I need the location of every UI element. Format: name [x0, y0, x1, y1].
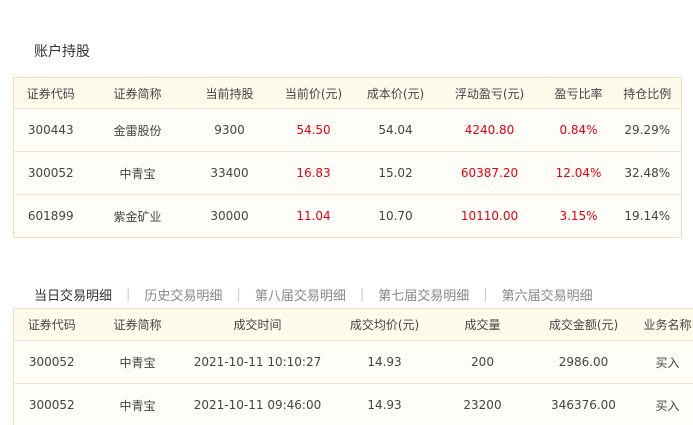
cell-weight: 19.14%	[624, 209, 671, 223]
cell-price: 16.83	[296, 166, 331, 180]
col-header-type: 业务名称	[643, 318, 692, 332]
tab-8th-session-trades[interactable]: 第八届交易明细	[255, 285, 346, 304]
trades-header-row: 证券代码 证券简称 成交时间 成交均价(元) 成交量 成交金额(元) 业务名称	[13, 308, 693, 341]
col-header-shares: 当前持股	[205, 86, 254, 101]
holdings-header-row: 证券代码 证券简称 当前持股 当前价(元) 成本价(元) 浮动盈亏(元) 盈亏比…	[13, 77, 682, 109]
cell-amount: 2986.00	[558, 355, 609, 369]
cell-weight: 32.48%	[624, 166, 671, 180]
cell-volume: 200	[471, 355, 494, 369]
cell-avg-price: 14.93	[367, 398, 402, 413]
table-row[interactable]: 300443 金雷股份 9300 54.50 54.04 4240.80 0.8…	[13, 108, 682, 152]
col-header-volume: 成交量	[464, 318, 501, 332]
tab-today-trades[interactable]: 当日交易明细	[34, 285, 112, 304]
cell-name: 中青宝	[119, 398, 156, 413]
trade-tabs: 当日交易明细 | 历史交易明细 | 第八届交易明细 | 第七届交易明细 | 第六…	[34, 285, 593, 304]
tab-separator: |	[126, 287, 131, 302]
cell-cost: 10.70	[378, 209, 413, 223]
cell-pnl: 4240.80	[464, 123, 515, 137]
cell-cost: 15.02	[378, 166, 413, 180]
cell-time: 2021-10-11 10:10:27	[193, 355, 322, 369]
cell-pnl: 10110.00	[460, 209, 519, 223]
tab-6th-session-trades[interactable]: 第六届交易明细	[502, 285, 593, 304]
col-header-code: 证券代码	[27, 318, 76, 332]
cell-time: 2021-10-11 09:46:00	[193, 398, 322, 413]
col-header-price: 当前价(元)	[284, 86, 343, 101]
col-header-name: 证券简称	[113, 318, 162, 332]
cell-type: 买入	[655, 398, 680, 413]
cell-name: 紫金矿业	[113, 209, 162, 224]
cell-code: 300052	[28, 355, 75, 369]
col-header-amount: 成交金额(元)	[548, 318, 619, 332]
cell-name: 中青宝	[119, 355, 156, 370]
col-header-pnl: 浮动盈亏(元)	[454, 86, 525, 101]
col-header-cost: 成本价(元)	[366, 86, 425, 101]
cell-ratio: 3.15%	[559, 209, 598, 223]
table-row[interactable]: 601899 紫金矿业 30000 11.04 10.70 10110.00 3…	[13, 194, 682, 238]
col-header-weight: 持仓比例	[623, 86, 672, 101]
cell-pnl: 60387.20	[460, 166, 519, 180]
cell-name: 中青宝	[119, 166, 156, 181]
cell-code: 300443	[27, 123, 74, 137]
tab-7th-session-trades[interactable]: 第七届交易明细	[378, 285, 469, 304]
cell-code: 300052	[27, 166, 74, 180]
cell-name: 金雷股份	[113, 123, 162, 138]
col-header-code: 证券代码	[26, 86, 75, 101]
table-row[interactable]: 300052 中青宝 2021-10-11 09:46:00 14.93 232…	[13, 383, 693, 425]
col-header-ratio: 盈亏比率	[554, 86, 603, 101]
tab-separator: |	[359, 287, 365, 302]
cell-price: 11.04	[296, 209, 331, 223]
table-row[interactable]: 300052 中青宝 33400 16.83 15.02 60387.20 12…	[13, 151, 682, 195]
cell-cost: 54.04	[378, 123, 413, 137]
tab-history-trades[interactable]: 历史交易明细	[144, 285, 222, 304]
cell-weight: 29.29%	[624, 123, 671, 137]
cell-ratio: 12.04%	[555, 166, 602, 180]
cell-amount: 346376.00	[551, 398, 616, 413]
cell-shares: 33400	[210, 166, 249, 180]
cell-code: 300052	[28, 398, 75, 413]
tab-separator: |	[236, 287, 241, 302]
cell-volume: 23200	[463, 398, 502, 413]
tab-separator: |	[483, 287, 488, 302]
cell-shares: 30000	[210, 209, 249, 223]
holdings-table: 证券代码 证券简称 当前持股 当前价(元) 成本价(元) 浮动盈亏(元) 盈亏比…	[13, 77, 682, 238]
holdings-title: 账户持股	[34, 44, 90, 60]
col-header-avg-price: 成交均价(元)	[349, 318, 420, 332]
table-row[interactable]: 300052 中青宝 2021-10-11 10:10:27 14.93 200…	[13, 340, 693, 384]
cell-shares: 9300	[214, 123, 245, 137]
cell-code: 601899	[27, 209, 74, 223]
cell-type: 买入	[655, 355, 680, 370]
cell-ratio: 0.84%	[559, 123, 598, 137]
col-header-time: 成交时间	[233, 318, 282, 332]
cell-avg-price: 14.93	[367, 355, 402, 369]
cell-price: 54.50	[296, 123, 331, 137]
trades-table: 证券代码 证券简称 成交时间 成交均价(元) 成交量 成交金额(元) 业务名称 …	[13, 308, 693, 425]
col-header-name: 证券简称	[113, 86, 162, 101]
